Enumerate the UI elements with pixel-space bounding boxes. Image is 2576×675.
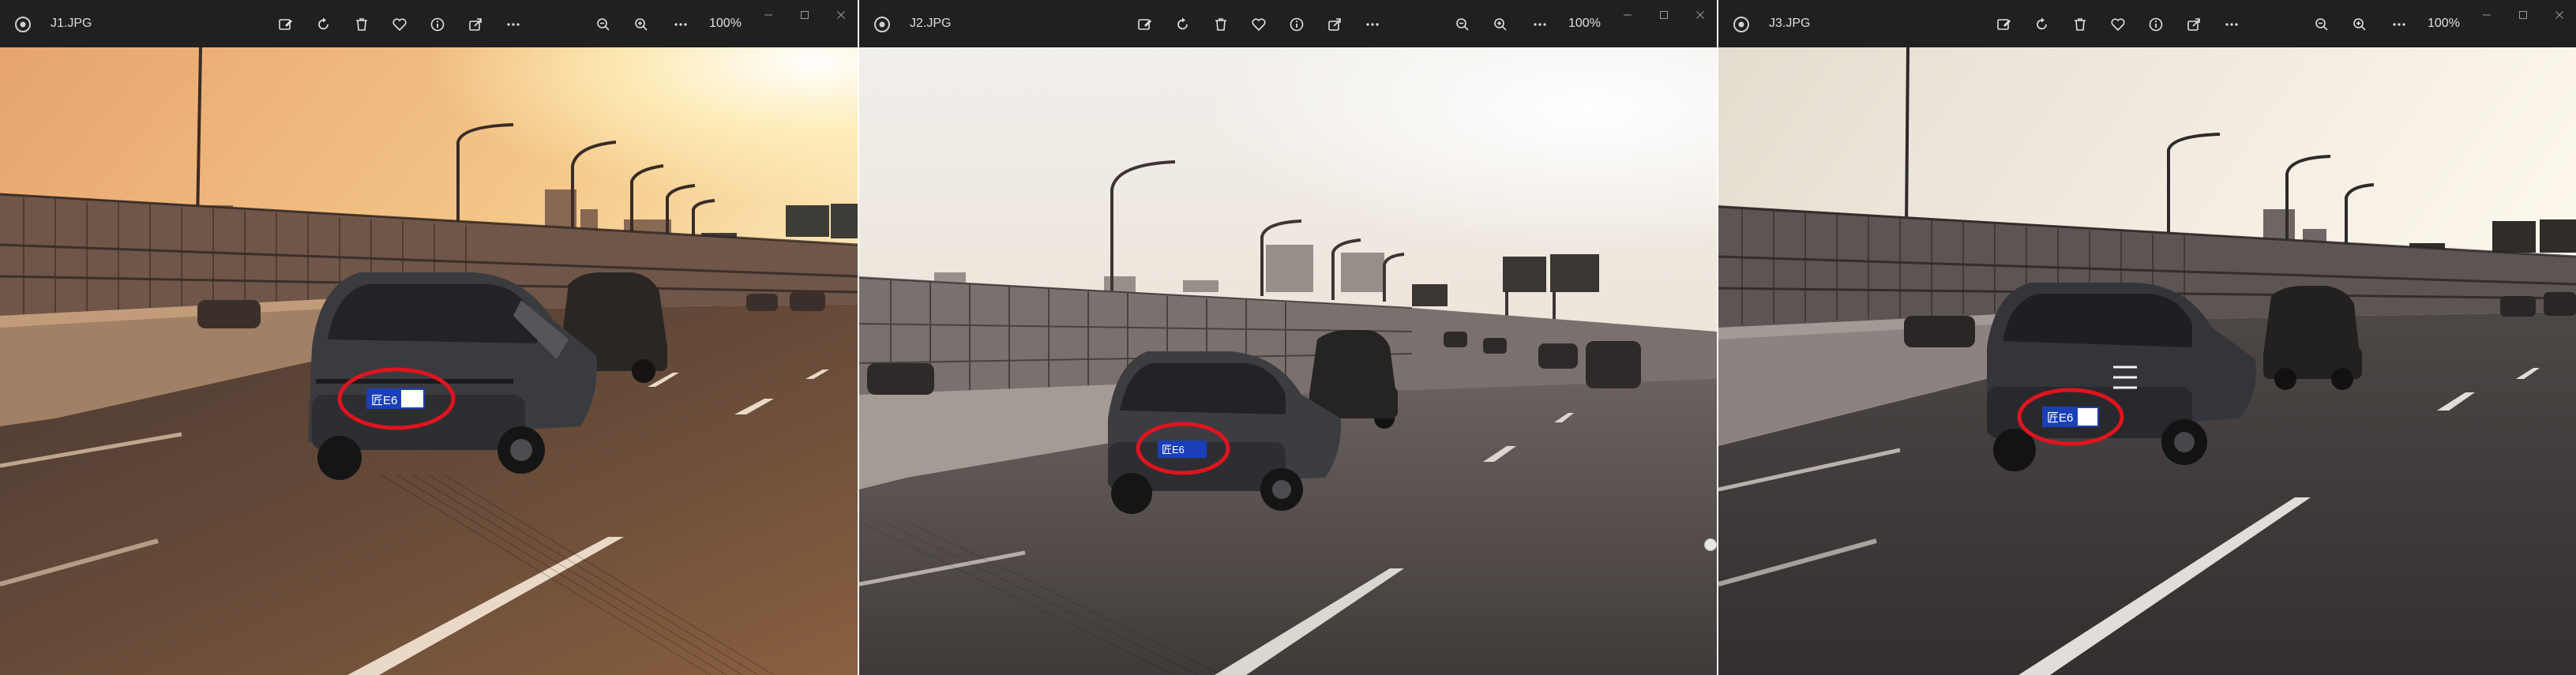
scroll-handle[interactable] [1704,538,1717,551]
minimize-icon[interactable] [1617,5,1638,25]
close-icon[interactable] [2549,5,2570,25]
more-options-icon[interactable] [2386,12,2412,37]
maximize-icon[interactable] [2513,5,2533,25]
close-icon[interactable] [831,5,851,25]
more-icon[interactable] [1360,12,1385,37]
zoom-level[interactable]: 100% [1568,17,1601,31]
more-options-icon[interactable] [1527,12,1553,37]
zoom-out-icon[interactable] [591,12,616,37]
photos-app-icon [873,16,891,33]
photos-app-icon [14,16,32,33]
share-icon[interactable] [1322,12,1347,37]
zoom-level[interactable]: 100% [709,17,742,31]
more-icon[interactable] [2219,12,2244,37]
delete-icon[interactable] [2067,12,2093,37]
file-name: J2.JPG [910,17,952,30]
maximize-icon[interactable] [794,5,815,25]
title-bar: J1.JPG 100% [0,0,858,47]
info-icon[interactable] [425,12,450,37]
rotate-icon[interactable] [311,12,336,37]
photo-viewer-window-3: J3.JPG 100% 匠E6 [1718,0,2576,675]
title-bar: J3.JPG 100% [1718,0,2576,47]
close-icon[interactable] [1690,5,1710,25]
rotate-icon[interactable] [1170,12,1196,37]
minimize-icon[interactable] [758,5,779,25]
photo-viewer-window-1: J1.JPG 100% 匠E6 [0,0,858,675]
license-plate-text: 匠E6 [1162,444,1185,456]
photo-viewer-window-2: J2.JPG 100% 匠E6 [859,0,1717,675]
zoom-out-icon[interactable] [1450,12,1475,37]
edit-image-icon[interactable] [1992,12,2017,37]
info-icon[interactable] [1284,12,1309,37]
zoom-in-icon[interactable] [1488,12,1513,37]
file-name: J1.JPG [51,17,92,30]
favorite-icon[interactable] [1246,12,1271,37]
zoom-in-icon[interactable] [2347,12,2372,37]
maximize-icon[interactable] [1654,5,1674,25]
photo-viewer-comparison: J1.JPG 100% 匠E6 J2.JPG 100% 匠E6 J3.JPG 1… [0,0,2576,675]
info-icon[interactable] [2143,12,2169,37]
photo-canvas[interactable]: 匠E6 [1718,47,2576,675]
delete-icon[interactable] [349,12,374,37]
more-options-icon[interactable] [668,12,693,37]
rotate-icon[interactable] [2030,12,2055,37]
zoom-level[interactable]: 100% [2428,17,2460,31]
favorite-icon[interactable] [2105,12,2131,37]
photos-app-icon [1733,16,1750,33]
more-icon[interactable] [501,12,526,37]
file-name: J3.JPG [1769,17,1811,30]
zoom-out-icon[interactable] [2309,12,2334,37]
share-icon[interactable] [463,12,488,37]
zoom-in-icon[interactable] [629,12,654,37]
license-plate-text: 匠E6 [371,394,397,407]
minimize-icon[interactable] [2476,5,2497,25]
share-icon[interactable] [2181,12,2206,37]
photo-canvas[interactable]: 匠E6 [0,47,858,675]
photo-canvas[interactable]: 匠E6 [859,47,1717,675]
title-bar: J2.JPG 100% [859,0,1717,47]
edit-image-icon[interactable] [1132,12,1158,37]
delete-icon[interactable] [1208,12,1234,37]
edit-image-icon[interactable] [273,12,299,37]
license-plate-text: 匠E6 [2047,411,2073,425]
favorite-icon[interactable] [387,12,412,37]
